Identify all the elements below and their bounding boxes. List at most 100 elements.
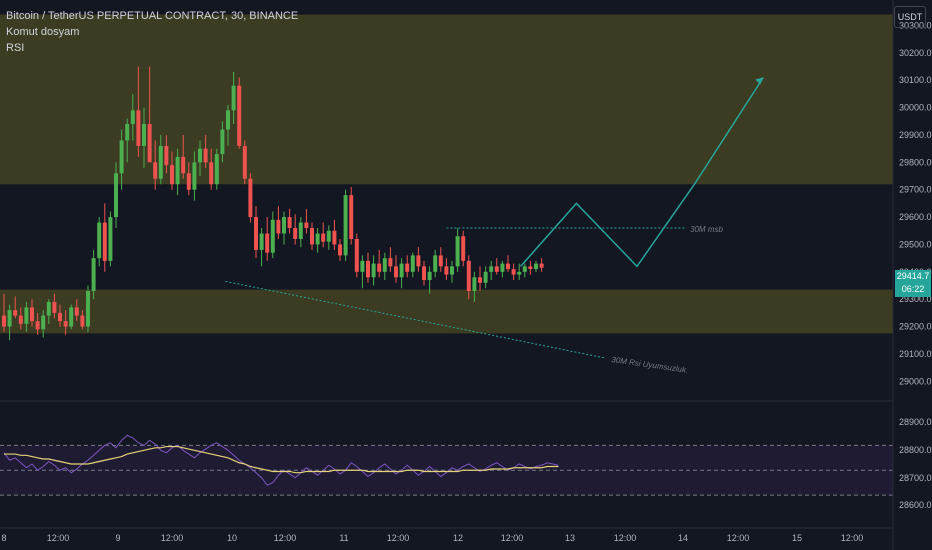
zone-1 [0, 289, 893, 334]
candle [455, 236, 460, 267]
candle [282, 217, 286, 234]
candle [377, 263, 382, 272]
candle [209, 162, 214, 185]
candle [472, 277, 477, 291]
candle [80, 315, 85, 327]
time-tick: 8 [1, 533, 6, 543]
candle [24, 307, 29, 324]
candle [192, 162, 197, 190]
price-tick: 30200.0 [899, 48, 932, 58]
indicator-rsi[interactable]: RSI [6, 40, 298, 56]
price-tick: 29700.0 [899, 185, 932, 195]
candle [427, 271, 432, 281]
candle [500, 263, 505, 272]
bar-countdown: 06:22 [901, 284, 925, 294]
msb-label: 30M msb [690, 225, 723, 234]
candle [293, 228, 298, 239]
candle [2, 315, 6, 327]
candle [315, 233, 320, 245]
candle [287, 217, 292, 229]
candle [534, 263, 538, 270]
candle [18, 315, 23, 324]
price-tick: 30000.0 [899, 103, 932, 113]
candle [220, 129, 225, 155]
candle [332, 230, 337, 245]
candle [97, 222, 102, 259]
candle [422, 266, 426, 281]
price-tick: 29200.0 [899, 322, 932, 332]
candle [198, 148, 202, 163]
price-tick: 30100.0 [899, 75, 932, 85]
candle [494, 266, 499, 272]
time-tick: 14 [678, 533, 688, 543]
candle [74, 307, 79, 316]
candle [304, 222, 309, 229]
candle [147, 124, 152, 163]
candle [242, 145, 247, 179]
supply-demand-zones [0, 14, 893, 334]
candle [102, 222, 107, 261]
price-tick: 29500.0 [899, 239, 932, 249]
price-tick: 29100.0 [899, 349, 932, 359]
candle [410, 255, 415, 272]
time-tick: 11 [339, 533, 348, 543]
divergence-label: 30M Rsi Uyumsuzluk. [611, 355, 689, 375]
candle [366, 260, 370, 278]
candle [136, 110, 141, 146]
currency-button[interactable]: USDT [894, 6, 926, 28]
candle [276, 219, 281, 234]
time-tick: 12:00 [47, 533, 70, 543]
candle [114, 173, 118, 218]
candle [259, 233, 264, 250]
candle [203, 148, 208, 163]
candle [41, 315, 46, 330]
candle [58, 312, 62, 322]
indicator-komut-dosyam[interactable]: Komut dosyam [6, 24, 298, 40]
candle [349, 195, 354, 239]
price-tick: 29600.0 [899, 212, 932, 222]
candle [483, 271, 488, 283]
time-tick: 12:00 [727, 533, 750, 543]
candle [444, 266, 449, 275]
candle [226, 110, 230, 130]
candle [343, 195, 348, 256]
candle [506, 263, 510, 270]
candle [130, 110, 135, 125]
candle [394, 266, 398, 278]
candle [186, 173, 191, 190]
time-tick: 12:00 [614, 533, 637, 543]
candle [13, 310, 18, 316]
candle [371, 263, 376, 278]
candle [360, 260, 365, 272]
chart-title[interactable]: Bitcoin / TetherUS PERPETUAL CONTRACT, 3… [6, 8, 298, 24]
candle [175, 156, 180, 185]
price-chart[interactable]: 30M msb30M Rsi Uyumsuzluk. 30300.030200.… [0, 0, 932, 550]
time-tick: 9 [115, 533, 120, 543]
candle [158, 145, 163, 179]
candle [153, 162, 158, 179]
candle [142, 124, 146, 146]
time-tick: 10 [227, 533, 237, 543]
candle [326, 230, 331, 242]
candle [438, 255, 443, 267]
time-tick: 12:00 [274, 533, 297, 543]
time-tick: 13 [565, 533, 575, 543]
time-tick: 12:00 [501, 533, 524, 543]
candle [338, 244, 342, 256]
chart-legend: Bitcoin / TetherUS PERPETUAL CONTRACT, 3… [6, 8, 298, 56]
candle [254, 217, 258, 250]
candle [461, 236, 466, 261]
candle [86, 290, 90, 327]
time-tick: 12:00 [841, 533, 864, 543]
candle [450, 266, 454, 275]
candle [433, 255, 438, 272]
candle [108, 217, 113, 261]
candle [489, 266, 494, 272]
candle [231, 85, 236, 111]
candle [528, 266, 533, 270]
candle [416, 255, 421, 267]
price-tick: 29000.0 [899, 376, 932, 386]
candle [478, 277, 482, 283]
price-tick: 29900.0 [899, 130, 932, 140]
last-price-badge: 29414.7 06:22 [895, 270, 931, 297]
